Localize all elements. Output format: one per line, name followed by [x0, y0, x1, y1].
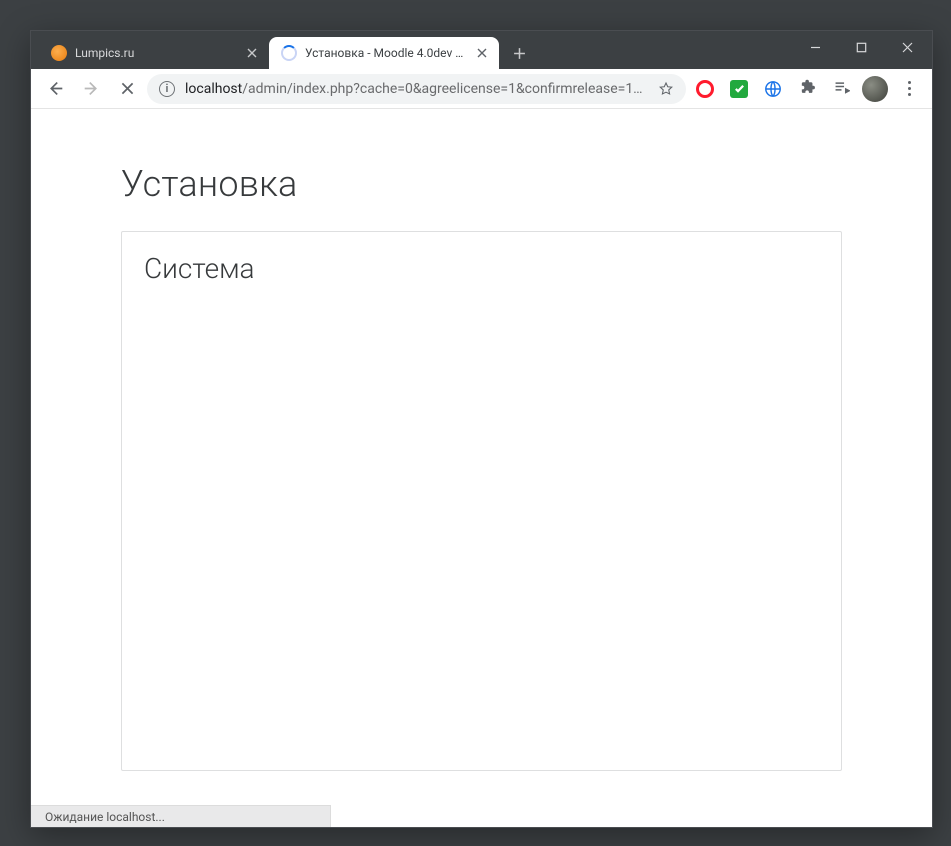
tab-strip: Lumpics.ru Установка - Moodle 4.0dev (Bu…	[31, 31, 932, 69]
lumpics-favicon	[51, 45, 67, 61]
minimize-button[interactable]	[792, 31, 838, 63]
new-tab-button[interactable]	[505, 39, 533, 67]
page-content: Установка Система	[31, 109, 932, 771]
install-card: Система	[121, 231, 842, 771]
chrome-menu-button[interactable]	[894, 74, 924, 104]
status-text: Ожидание localhost...	[45, 810, 165, 824]
globe-extension-icon[interactable]	[758, 74, 788, 104]
tab-lumpics[interactable]: Lumpics.ru	[39, 37, 269, 69]
browser-window: Lumpics.ru Установка - Moodle 4.0dev (Bu…	[30, 30, 933, 828]
status-bar: Ожидание localhost...	[31, 805, 331, 827]
tab-moodle-install[interactable]: Установка - Moodle 4.0dev (Buil	[269, 37, 499, 69]
extensions-puzzle-icon[interactable]	[792, 74, 822, 104]
stop-reload-button[interactable]	[111, 73, 143, 105]
maximize-button[interactable]	[838, 31, 884, 63]
forward-button[interactable]	[75, 73, 107, 105]
back-button[interactable]	[39, 73, 71, 105]
tab-title: Lumpics.ru	[75, 46, 237, 60]
url-host: localhost	[185, 81, 242, 97]
address-bar[interactable]: i localhost/admin/index.php?cache=0&agre…	[147, 74, 686, 104]
close-window-button[interactable]	[884, 31, 930, 63]
url-path: /admin/index.php?cache=0&agreelicense=1&…	[242, 81, 642, 97]
tab-title: Установка - Moodle 4.0dev (Buil	[305, 46, 467, 60]
close-tab-icon[interactable]	[475, 46, 489, 60]
bookmark-star-icon[interactable]	[658, 81, 674, 97]
close-tab-icon[interactable]	[245, 46, 259, 60]
loading-spinner-icon	[281, 45, 297, 61]
page-heading: Установка	[121, 163, 842, 205]
media-control-icon[interactable]	[826, 74, 856, 104]
url-text: localhost/admin/index.php?cache=0&agreel…	[185, 81, 648, 97]
checkmark-extension-icon[interactable]	[724, 74, 754, 104]
profile-avatar[interactable]	[860, 74, 890, 104]
browser-toolbar: i localhost/admin/index.php?cache=0&agre…	[31, 69, 932, 109]
site-info-icon[interactable]: i	[159, 81, 175, 97]
opera-extension-icon[interactable]	[690, 74, 720, 104]
card-heading: Система	[144, 252, 819, 285]
window-controls	[792, 31, 930, 63]
page-viewport: Установка Система Ожидание localhost...	[31, 109, 932, 827]
